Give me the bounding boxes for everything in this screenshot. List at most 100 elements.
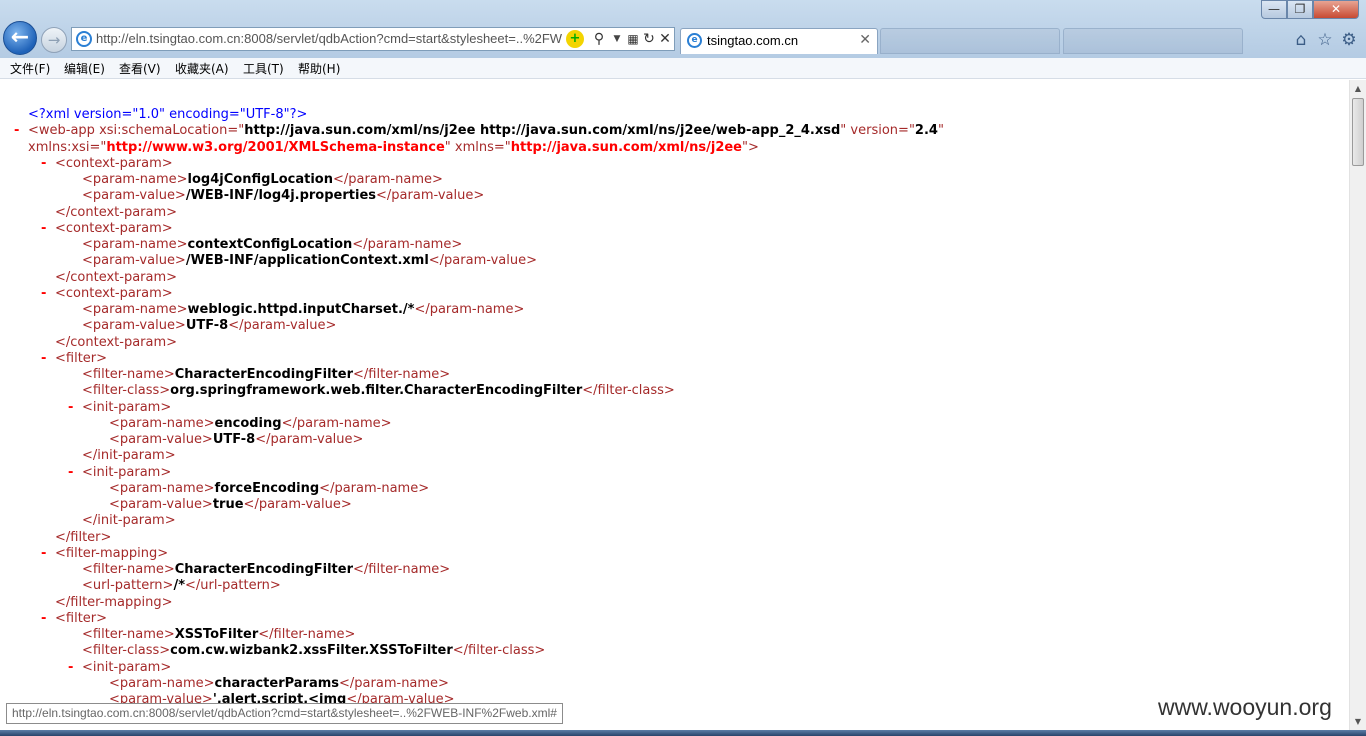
- menu-edit[interactable]: 编辑(E): [64, 60, 105, 77]
- xml-text-value: characterParams: [214, 675, 340, 691]
- collapse-toggle[interactable]: -: [41, 611, 46, 627]
- xml-markup: <filter-class>: [82, 643, 171, 659]
- menu-file[interactable]: 文件(F): [10, 60, 50, 77]
- back-arrow-icon[interactable]: ←: [3, 21, 37, 55]
- stop-icon[interactable]: ✕: [656, 30, 674, 48]
- xml-markup: </param-value>: [376, 188, 485, 204]
- xml-markup: <init-param>: [82, 659, 172, 675]
- xml-markup: </context-param>: [55, 269, 178, 285]
- collapse-toggle[interactable]: -: [68, 465, 73, 481]
- collapse-toggle[interactable]: -: [41, 156, 46, 172]
- xml-markup: </param-name>: [339, 675, 449, 691]
- vertical-scrollbar[interactable]: ▲ ▼: [1349, 80, 1366, 730]
- xml-text-value: forceEncoding: [214, 480, 320, 496]
- xml-markup: <context-param>: [55, 155, 173, 171]
- scroll-thumb[interactable]: [1352, 98, 1364, 166]
- minimize-button[interactable]: —: [1261, 0, 1287, 19]
- xml-text-value: UTF-8: [212, 432, 256, 447]
- xml-markup: </init-param>: [82, 513, 176, 529]
- tab-title: tsingtao.com.cn: [707, 33, 799, 48]
- browser-titlebar: ← → e http://eln.tsingtao.com.cn:8008/se…: [0, 0, 1366, 58]
- xml-line: - <context-param>: [41, 221, 173, 237]
- xml-markup: </param-name>: [281, 415, 392, 431]
- xml-attribute-name: xmlns: [454, 139, 494, 155]
- xml-markup: <filter-class>: [82, 383, 171, 399]
- tab-active[interactable]: e tsingtao.com.cn ✕: [680, 28, 878, 54]
- menu-favorites[interactable]: 收藏夹(A): [175, 60, 229, 77]
- xml-markup: 2.4: [914, 123, 938, 139]
- collapse-toggle[interactable]: -: [41, 221, 46, 237]
- xml-text-value: XSSToFilter: [174, 627, 259, 642]
- close-window-button[interactable]: ✕: [1313, 0, 1359, 19]
- xml-text-value: com.cw.wizbank2.xssFilter.XSSToFilter: [170, 643, 453, 659]
- xml-line: - <init-param>: [68, 659, 172, 676]
- xml-text-value: /WEB-INF/log4j.properties: [185, 188, 377, 204]
- search-icon[interactable]: ⚲: [590, 30, 608, 48]
- xml-markup: </param-name>: [352, 237, 463, 252]
- xml-text-value: contextConfigLocation: [187, 237, 353, 252]
- xml-markup: </init-param>: [82, 448, 176, 464]
- xml-text-value: encoding: [214, 415, 282, 431]
- tab-background[interactable]: [880, 28, 1060, 54]
- xml-markup: <param-value>: [82, 253, 186, 269]
- collapse-toggle[interactable]: -: [14, 123, 19, 139]
- ie-page-icon: e: [76, 31, 92, 47]
- menu-tools[interactable]: 工具(T): [243, 60, 284, 77]
- collapse-toggle[interactable]: -: [68, 660, 73, 676]
- xml-text-value: log4jConfigLocation: [187, 172, 333, 187]
- xml-line: <filter-name>CharacterEncodingFilter</fi…: [82, 367, 450, 383]
- xml-line: - <filter>: [41, 611, 107, 627]
- xml-markup: <init-param>: [82, 464, 172, 480]
- url-text[interactable]: http://eln.tsingtao.com.cn:8008/servlet/…: [96, 31, 562, 49]
- xml-markup: <?xml version="1.0" encoding="UTF-8"?>: [28, 107, 308, 122]
- xml-line: </context-param>: [55, 270, 177, 286]
- xml-markup: <param-value>: [82, 318, 186, 334]
- collapse-toggle[interactable]: -: [41, 351, 46, 367]
- xml-line: <?xml version="1.0" encoding="UTF-8"?>: [28, 107, 307, 123]
- xml-markup: </param-value>: [255, 432, 364, 447]
- menu-help[interactable]: 帮助(H): [298, 60, 340, 77]
- xml-text-value: /WEB-INF/applicationContext.xml: [185, 253, 429, 269]
- collapse-toggle[interactable]: -: [41, 546, 46, 562]
- xml-markup: </filter-name>: [353, 367, 451, 382]
- tab-background[interactable]: [1063, 28, 1243, 54]
- xml-line: - <filter>: [41, 350, 108, 367]
- xml-line: </filter-mapping>: [55, 595, 173, 611]
- xml-line: <param-name>log4jConfigLocation</param-n…: [82, 172, 443, 188]
- star-icon[interactable]: ☆: [1315, 30, 1335, 50]
- xml-line: <filter-class>com.cw.wizbank2.xssFilter.…: [82, 643, 545, 659]
- xml-markup: <filter-name>: [82, 367, 175, 382]
- xml-markup: </filter>: [55, 529, 112, 545]
- menu-view[interactable]: 查看(V): [119, 60, 161, 77]
- home-icon[interactable]: ⌂: [1291, 30, 1311, 50]
- xml-line: - <context-param>: [41, 155, 173, 172]
- close-icon[interactable]: ✕: [859, 32, 871, 48]
- compatibility-icon[interactable]: +: [566, 30, 584, 48]
- xml-markup: </context-param>: [55, 204, 178, 220]
- xml-markup: </filter-class>: [452, 643, 546, 659]
- xml-markup: =": [493, 139, 511, 155]
- xml-line: <filter-class>org.springframework.web.fi…: [82, 383, 675, 399]
- xml-markup: <filter>: [55, 350, 108, 366]
- gear-icon[interactable]: ⚙: [1339, 30, 1359, 50]
- xml-markup: =": [898, 123, 915, 139]
- xml-line: <param-value>/WEB-INF/applicationContext…: [82, 253, 537, 269]
- address-bar[interactable]: e http://eln.tsingtao.com.cn:8008/servle…: [71, 27, 675, 51]
- xml-text-value: weblogic.httpd.inputCharset./*: [187, 302, 415, 317]
- xml-attribute-name: version: [850, 123, 899, 139]
- xml-markup: <init-param>: [82, 399, 172, 415]
- xml-attribute-name: xsi:schemaLocation: [99, 123, 228, 139]
- xml-markup: http://java.sun.com/xml/ns/j2ee http://j…: [244, 123, 841, 139]
- xml-markup: http://java.sun.com/xml/ns/j2ee: [510, 139, 742, 155]
- collapse-toggle[interactable]: -: [68, 400, 73, 416]
- forward-arrow-icon[interactable]: →: [41, 27, 67, 53]
- xml-text-value: true: [212, 497, 244, 512]
- xml-line: <param-value>UTF-8</param-value>: [82, 318, 336, 334]
- maximize-button[interactable]: ❐: [1287, 0, 1313, 19]
- scroll-up-icon[interactable]: ▲: [1350, 80, 1366, 97]
- xml-line: </init-param>: [82, 513, 176, 529]
- collapse-toggle[interactable]: -: [41, 286, 46, 302]
- scroll-down-icon[interactable]: ▼: [1350, 713, 1366, 730]
- xml-line: <param-value>UTF-8</param-value>: [109, 432, 363, 448]
- xml-markup: <param-value>: [82, 188, 186, 204]
